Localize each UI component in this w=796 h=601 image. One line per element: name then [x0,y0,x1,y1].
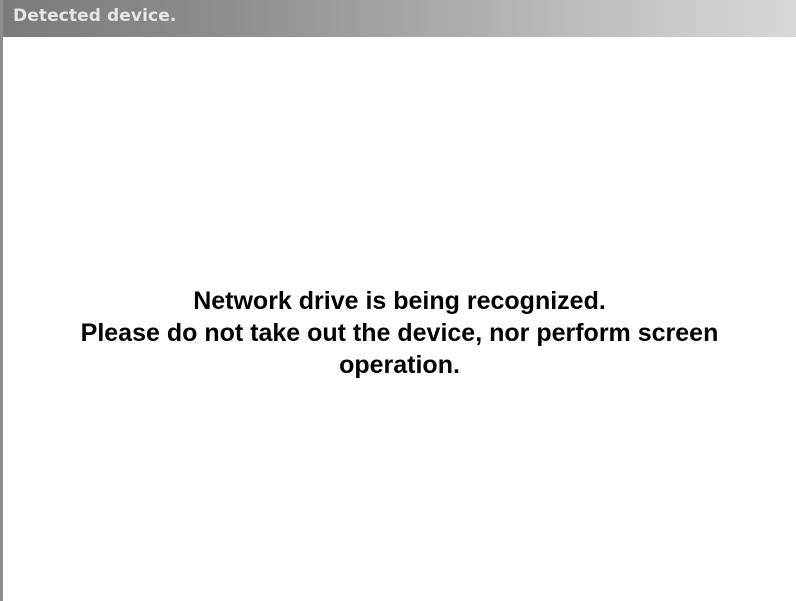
status-message-line-1: Network drive is being recognized. [193,287,606,315]
device-dialog-window: Detected device. Network drive is being … [0,0,796,601]
status-message-line-2: Please do not take out the device, nor p… [80,319,719,379]
dialog-content: Network drive is being recognized. Pleas… [3,37,796,601]
title-bar: Detected device. [3,0,796,37]
dialog-title: Detected device. [13,6,177,26]
status-message: Network drive is being recognized. Pleas… [3,285,796,381]
